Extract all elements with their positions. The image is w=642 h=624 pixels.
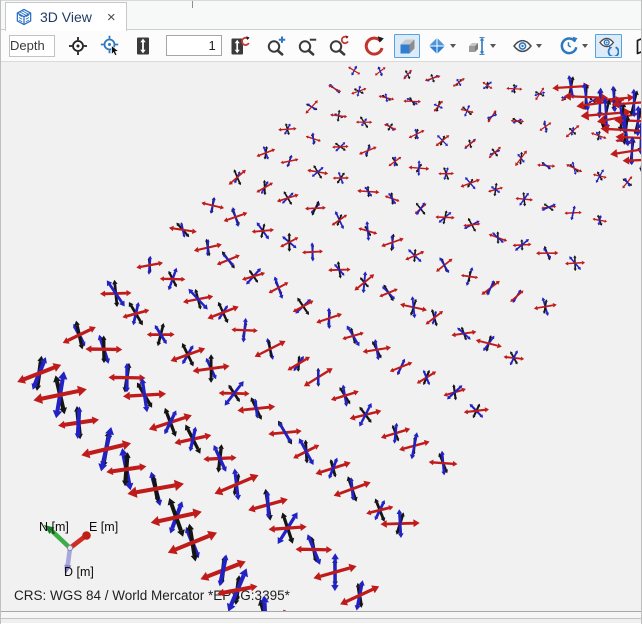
- 3d-viewport[interactable]: CRS: WGS 84 / World Mercator *EPSG:3395*…: [1, 62, 641, 611]
- diamond-extents-icon: [427, 36, 447, 56]
- axis-d-label: D [m]: [64, 565, 94, 579]
- zoom-in-button[interactable]: [263, 34, 290, 58]
- scene-canvas: CRS: WGS 84 / World Mercator *EPSG:3395*…: [1, 62, 642, 611]
- zoom-reset-icon: [328, 35, 349, 56]
- toolbar: Depth: [1, 30, 641, 62]
- tab-title: 3D View: [40, 9, 92, 25]
- cube-axes-icon: [466, 36, 487, 56]
- map-icon: [635, 36, 642, 56]
- window-resize-strip[interactable]: [1, 618, 641, 623]
- tab-3d-view[interactable]: 3D View ×: [5, 2, 127, 31]
- target-icon: [68, 36, 88, 56]
- tab-bar: 3D View ×: [1, 0, 641, 30]
- vertical-exaggeration-button[interactable]: [130, 34, 156, 58]
- chevron-down-icon: [536, 44, 542, 48]
- axis-triad: N [m] E [m] D [m]: [39, 520, 118, 579]
- 3d-view-window: 3D View × Depth: [0, 0, 642, 624]
- scale-cube-dropdown[interactable]: [463, 34, 499, 58]
- zoom-out-icon: [297, 35, 318, 56]
- visibility-dropdown[interactable]: [509, 34, 545, 58]
- autorotate-dropdown[interactable]: [555, 34, 591, 58]
- target-cursor-icon: [100, 35, 121, 56]
- crs-status-text: CRS: WGS 84 / World Mercator *EPSG:3395*: [14, 588, 291, 603]
- cube-3d-icon: [15, 8, 33, 26]
- axis-origin: [67, 545, 72, 550]
- axis-n-label: N [m]: [39, 520, 69, 534]
- center-view-button[interactable]: [65, 34, 91, 58]
- perspective-toggle-button[interactable]: [394, 34, 420, 58]
- window-edge-strip: [1, 611, 641, 618]
- zoom-out-button[interactable]: [294, 34, 321, 58]
- zoom-reset-button[interactable]: [325, 34, 352, 58]
- rotate-time-icon: [558, 35, 579, 56]
- pane-divider: [192, 1, 193, 8]
- eye-icon: [512, 36, 533, 56]
- eye-rotate-icon: [598, 35, 619, 56]
- basemap-dropdown[interactable]: [632, 34, 642, 58]
- depth-mode-combo[interactable]: Depth: [9, 35, 55, 57]
- orbit-toggle-button[interactable]: [595, 34, 622, 58]
- reset-rotation-button[interactable]: [360, 34, 388, 58]
- cube-view-icon: [397, 36, 417, 56]
- rotate-reset-icon: [363, 35, 385, 57]
- fit-extents-dropdown[interactable]: [424, 34, 459, 58]
- stretch-reset-icon: [229, 35, 250, 56]
- reset-vertical-exaggeration-button[interactable]: [226, 34, 253, 58]
- zoom-in-icon: [266, 35, 287, 56]
- stretch-vertical-icon: [133, 36, 153, 56]
- chevron-down-icon: [490, 44, 496, 48]
- vertical-scale-input[interactable]: [166, 35, 222, 56]
- axis-e-label: E [m]: [89, 520, 118, 534]
- chevron-down-icon: [582, 44, 588, 48]
- center-on-cursor-button[interactable]: [97, 34, 124, 58]
- close-icon[interactable]: ×: [107, 10, 116, 25]
- chevron-down-icon: [450, 44, 456, 48]
